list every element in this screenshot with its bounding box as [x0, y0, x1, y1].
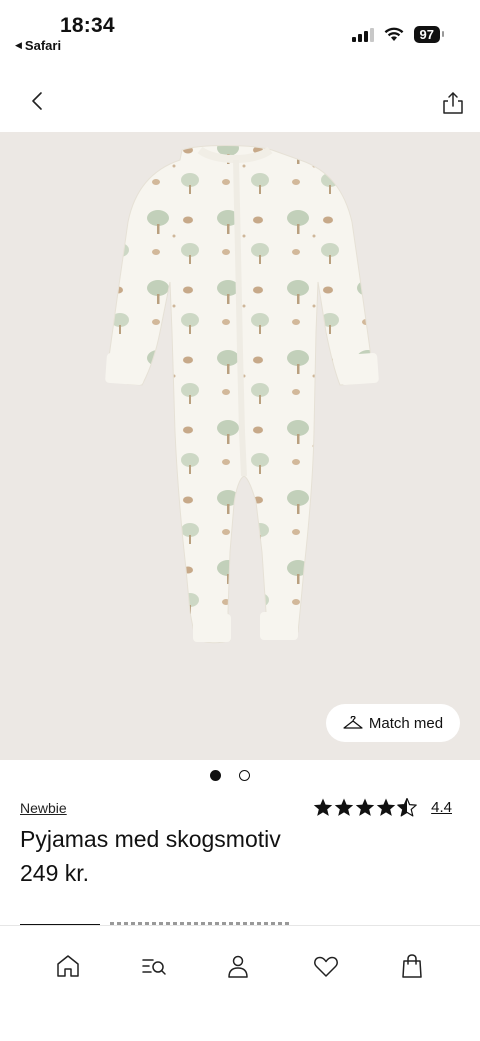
chevron-left-icon[interactable]	[26, 90, 48, 112]
carousel-dot[interactable]	[210, 770, 221, 781]
back-to-app-button[interactable]: ◀ Safari	[15, 38, 61, 53]
status-time: 18:34	[60, 14, 115, 37]
back-app-label: Safari	[24, 38, 62, 53]
product-image[interactable]: Match med	[0, 132, 480, 760]
tab-home[interactable]	[52, 950, 84, 982]
tab-favorites[interactable]	[310, 950, 342, 982]
nav-bar	[0, 62, 480, 132]
status-bar: 18:34 ◀ Safari 97	[0, 0, 480, 62]
status-indicators: 97	[351, 26, 445, 43]
tab-search[interactable]	[138, 950, 170, 982]
tab-cart[interactable]	[396, 950, 428, 982]
share-icon[interactable]	[440, 90, 466, 116]
brand-link[interactable]: Newbie	[20, 800, 67, 816]
bottom-tab-bar	[0, 925, 480, 1041]
cellular-signal-icon	[351, 27, 374, 42]
account-icon	[228, 955, 248, 978]
star-icon	[334, 798, 354, 816]
match-with-button[interactable]: Match med	[326, 704, 460, 742]
product-price: 249 kr.	[20, 860, 90, 886]
pajama-illustration	[105, 145, 379, 644]
shopping-bag-icon	[402, 954, 422, 978]
carousel-indicator	[0, 770, 480, 781]
hanger-icon	[343, 716, 363, 729]
star-icon	[355, 798, 375, 816]
half-star-icon	[397, 798, 417, 817]
heart-icon	[314, 956, 338, 977]
product-rating[interactable]: 4.4	[313, 798, 452, 817]
home-icon	[57, 955, 79, 977]
rating-value[interactable]: 4.4	[431, 799, 452, 816]
battery-indicator: 97	[413, 26, 445, 43]
wifi-icon	[384, 27, 403, 41]
carousel-dot[interactable]	[239, 770, 250, 781]
product-title: Pyjamas med skogsmotiv	[20, 826, 281, 852]
star-icon	[376, 798, 396, 816]
rating-stars	[313, 798, 417, 817]
tab-account[interactable]	[222, 950, 254, 982]
search-filter-icon	[142, 959, 166, 975]
back-triangle-icon: ◀	[15, 40, 22, 50]
match-with-label: Match med	[368, 714, 444, 732]
star-icon	[313, 798, 333, 816]
